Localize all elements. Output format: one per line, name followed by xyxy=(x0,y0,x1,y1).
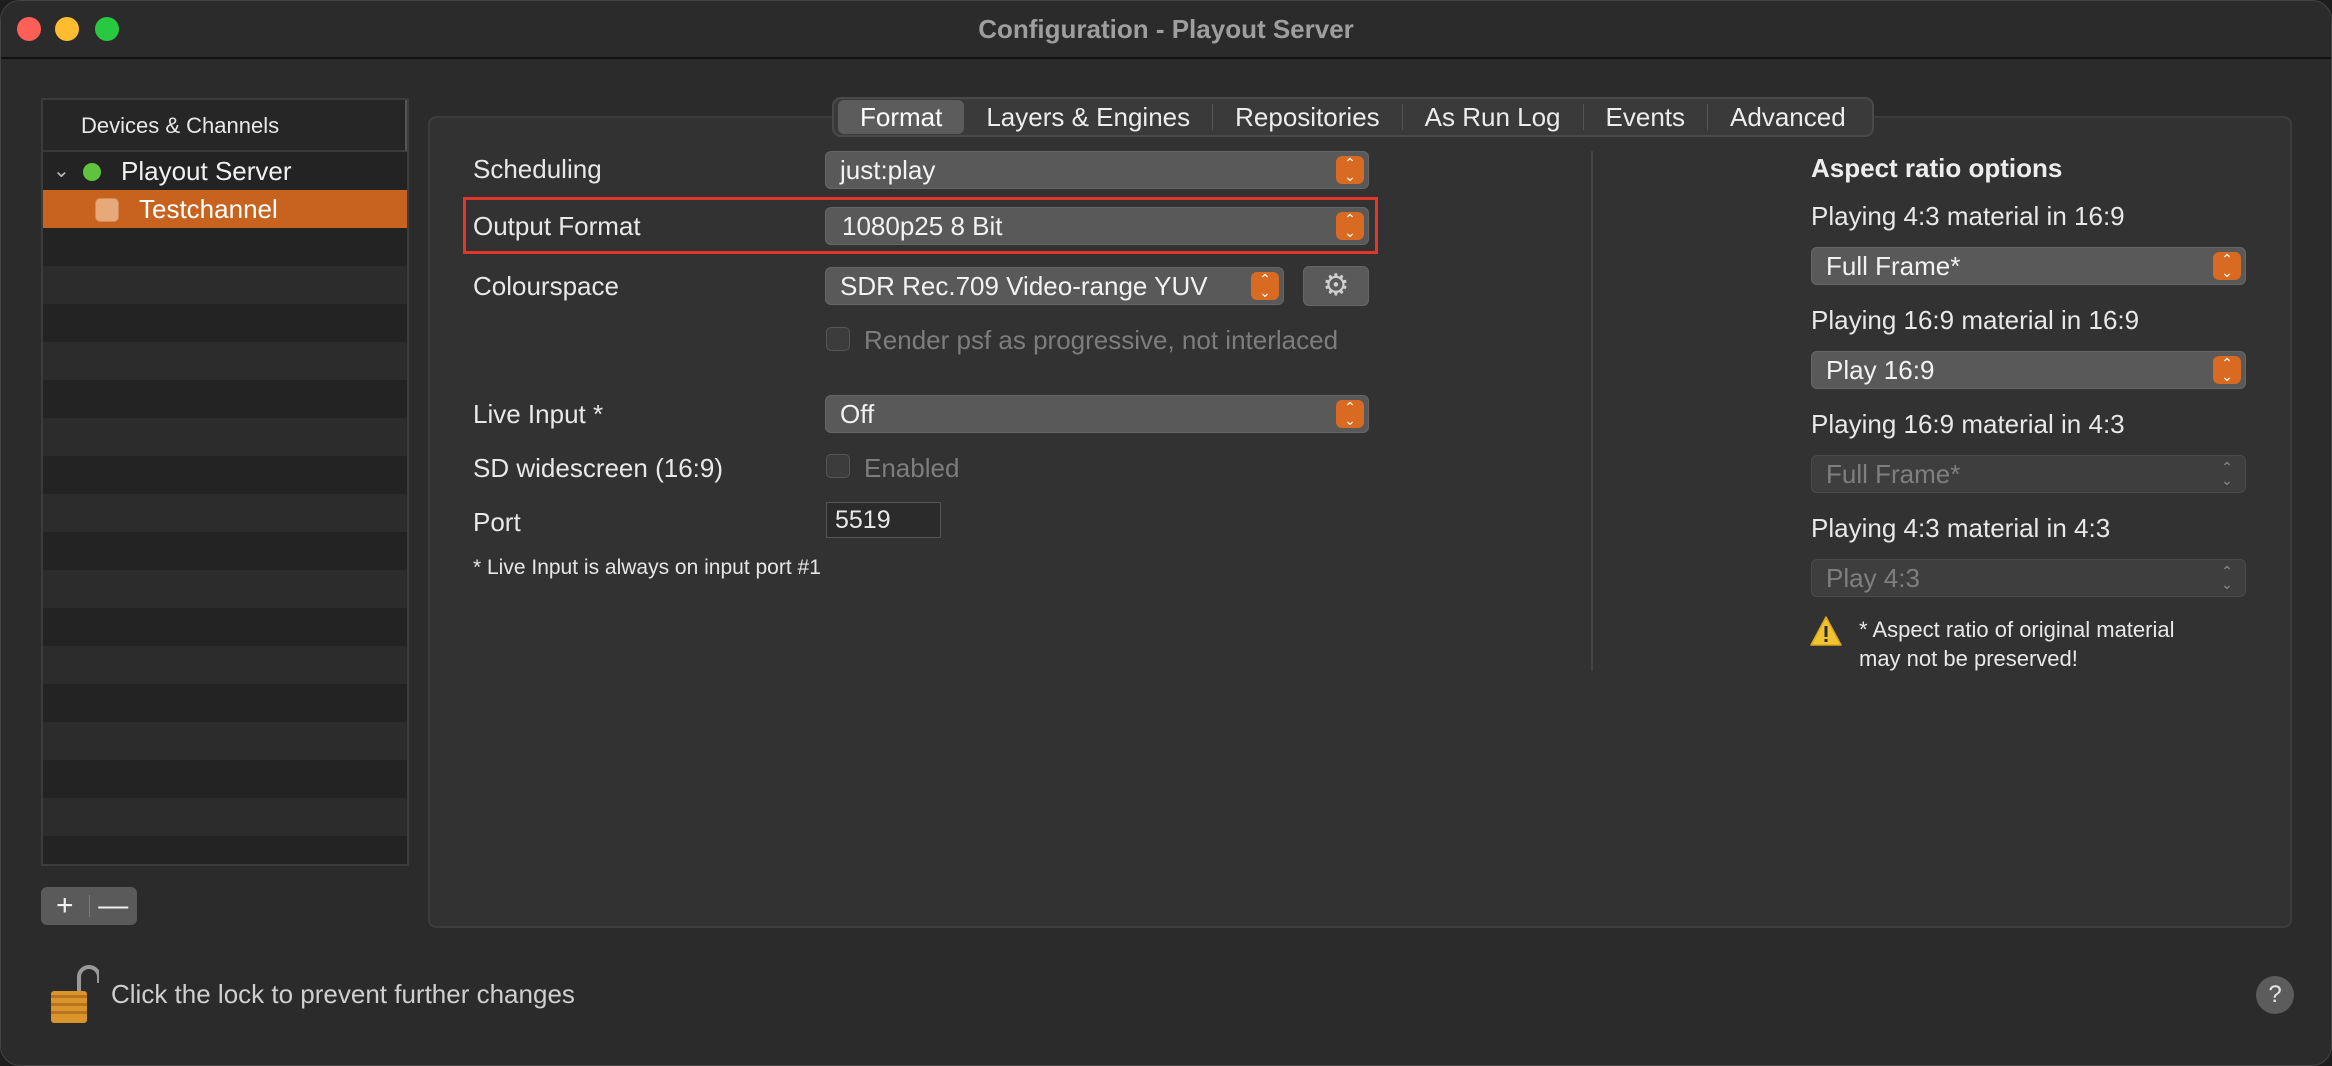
channel-label: Testchannel xyxy=(139,194,278,224)
aspect-option-label: Playing 16:9 material in 4:3 xyxy=(1811,409,2125,439)
popup-arrows-icon: ⌃ ⌄ xyxy=(1336,212,1364,240)
aspect-warning-line: may not be preserved! xyxy=(1859,646,2078,671)
colourspace-popup[interactable]: SDR Rec.709 Video-range YUV ⌃ ⌄ xyxy=(825,267,1284,305)
remove-button[interactable]: — xyxy=(89,887,137,925)
lock-hint-text: Click the lock to prevent further change… xyxy=(111,979,575,1009)
port-input[interactable]: 5519 xyxy=(826,502,941,538)
colourspace-label: Colourspace xyxy=(473,271,619,301)
aspect-169-in-169-popup[interactable]: Play 16:9 ⌃ ⌄ xyxy=(1811,351,2246,389)
help-button[interactable]: ? xyxy=(2256,976,2294,1014)
aspect-169-in-169-value: Play 16:9 xyxy=(1826,355,1935,385)
output-format-value: 1080p25 8 Bit xyxy=(842,211,1003,241)
sidebar-header: Devices & Channels xyxy=(43,100,407,152)
aspect-warning-text: * Aspect ratio of original material may … xyxy=(1859,615,2175,673)
tab-repositories[interactable]: Repositories xyxy=(1213,100,1402,134)
devices-sidebar: Devices & Channels ⌄ Playout Server Test… xyxy=(41,98,409,866)
tab-format[interactable]: Format xyxy=(838,100,965,134)
scheduling-value: just:play xyxy=(840,155,936,185)
port-label: Port xyxy=(473,507,521,537)
aspect-option-label: Playing 4:3 material in 4:3 xyxy=(1811,513,2111,543)
popup-arrows-icon: ⌃ ⌄ xyxy=(2221,563,2233,592)
aspect-option-label: Playing 4:3 material in 16:9 xyxy=(1811,201,2125,231)
sd-widescreen-enabled-label: Enabled xyxy=(864,453,960,483)
chevron-down-icon[interactable]: ⌄ xyxy=(53,152,70,190)
title-bar: Configuration - Playout Server xyxy=(1,1,2331,59)
popup-arrows-icon: ⌃ ⌄ xyxy=(1336,400,1364,428)
configuration-window: Configuration - Playout Server Devices &… xyxy=(0,0,2332,1066)
gear-icon: ⚙ xyxy=(1322,269,1350,302)
aspect-43-in-169-popup[interactable]: Full Frame* ⌃ ⌄ xyxy=(1811,247,2246,285)
live-input-label: Live Input * xyxy=(473,399,604,429)
aspect-169-in-43-value: Full Frame* xyxy=(1826,459,1961,489)
device-list: ⌄ Playout Server Testchannel xyxy=(43,152,407,864)
tab-as-run-log[interactable]: As Run Log xyxy=(1403,100,1583,134)
popup-arrows-icon: ⌃ ⌄ xyxy=(1336,156,1364,184)
aspect-43-in-169-value: Full Frame* xyxy=(1826,251,1961,281)
tab-bar: Format Layers & Engines Repositories As … xyxy=(832,97,1874,137)
unlocked-lock-icon[interactable] xyxy=(49,963,99,1025)
sd-widescreen-checkbox[interactable] xyxy=(826,454,850,478)
aspect-43-in-43-value: Play 4:3 xyxy=(1826,563,1920,593)
popup-arrows-icon: ⌃ ⌄ xyxy=(2213,252,2241,280)
warning-icon xyxy=(1810,616,1842,646)
channel-checkbox[interactable] xyxy=(95,198,119,222)
aspect-option-label: Playing 16:9 material in 16:9 xyxy=(1811,305,2140,335)
aspect-warning-line: * Aspect ratio of original material xyxy=(1859,617,2175,642)
output-format-popup[interactable]: 1080p25 8 Bit ⌃ ⌄ xyxy=(825,207,1369,245)
add-remove-control: + — xyxy=(41,887,137,925)
colourspace-value: SDR Rec.709 Video-range YUV xyxy=(840,271,1208,301)
server-label: Playout Server xyxy=(121,156,292,186)
popup-arrows-icon: ⌃ ⌄ xyxy=(1251,272,1279,300)
output-format-label: Output Format xyxy=(473,211,641,241)
colourspace-settings-button[interactable]: ⚙ xyxy=(1303,266,1369,306)
status-online-icon xyxy=(83,163,101,181)
tab-events[interactable]: Events xyxy=(1584,100,1708,134)
live-input-note: * Live Input is always on input port #1 xyxy=(473,556,821,579)
tab-layers-engines[interactable]: Layers & Engines xyxy=(964,100,1212,134)
aspect-43-in-43-popup: Play 4:3 ⌃ ⌄ xyxy=(1811,559,2246,597)
tree-item-testchannel[interactable]: Testchannel xyxy=(43,190,407,228)
tab-advanced[interactable]: Advanced xyxy=(1708,100,1868,134)
aspect-169-in-43-popup: Full Frame* ⌃ ⌄ xyxy=(1811,455,2246,493)
aspect-ratio-title: Aspect ratio options xyxy=(1811,153,2063,183)
add-button[interactable]: + xyxy=(41,887,89,925)
popup-arrows-icon: ⌃ ⌄ xyxy=(2221,459,2233,488)
psf-progressive-checkbox[interactable] xyxy=(826,327,850,351)
sd-widescreen-label: SD widescreen (16:9) xyxy=(473,453,723,483)
panel-divider xyxy=(1591,151,1593,671)
psf-progressive-label: Render psf as progressive, not interlace… xyxy=(864,325,1339,355)
scheduling-label: Scheduling xyxy=(473,154,602,184)
window-title: Configuration - Playout Server xyxy=(978,14,1354,44)
scheduling-popup[interactable]: just:play ⌃ ⌄ xyxy=(825,151,1369,189)
live-input-popup[interactable]: Off ⌃ ⌄ xyxy=(825,395,1369,433)
tree-item-playout-server[interactable]: ⌄ Playout Server xyxy=(43,152,407,190)
live-input-value: Off xyxy=(840,399,875,429)
popup-arrows-icon: ⌃ ⌄ xyxy=(2213,356,2241,384)
